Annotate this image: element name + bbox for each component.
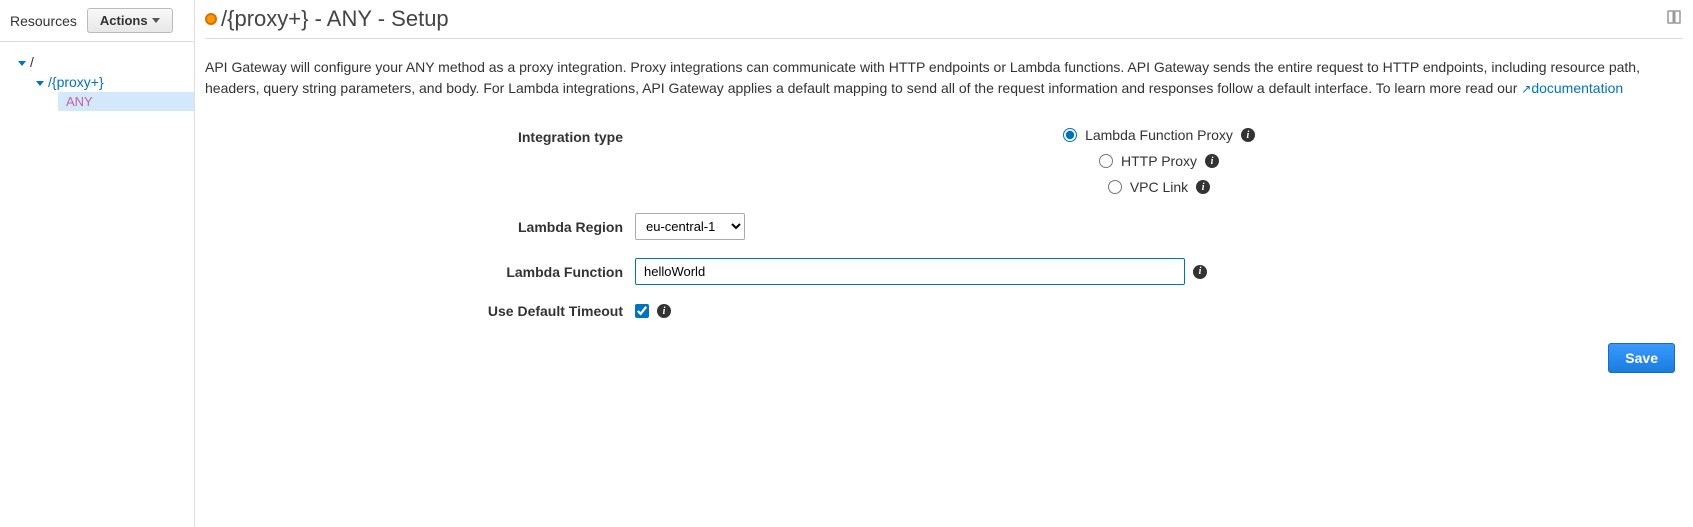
- radio-http[interactable]: [1099, 154, 1113, 168]
- integration-type-vpc[interactable]: VPC Link i: [1108, 179, 1210, 195]
- integration-type-http[interactable]: HTTP Proxy i: [1099, 153, 1219, 169]
- info-icon[interactable]: i: [1193, 265, 1207, 279]
- sidebar-title: Resources: [10, 13, 77, 29]
- lambda-region-select[interactable]: eu-central-1: [635, 213, 745, 240]
- integration-type-group: Lambda Function Proxy i HTTP Proxy i VPC…: [635, 127, 1683, 195]
- radio-vpc[interactable]: [1108, 180, 1122, 194]
- actions-button-label: Actions: [100, 13, 148, 28]
- lambda-region-label: Lambda Region: [205, 219, 635, 235]
- save-row: Save: [205, 343, 1683, 373]
- documentation-link[interactable]: ↗documentation: [1521, 80, 1623, 96]
- sidebar: Resources Actions / /{proxy+} ANY: [0, 0, 195, 527]
- main-header: /{proxy+} - ANY - Setup: [205, 0, 1683, 39]
- caret-down-icon: [36, 81, 44, 86]
- lambda-function-control: i: [635, 258, 1683, 285]
- caret-down-icon: [18, 61, 26, 66]
- lambda-function-input[interactable]: [635, 258, 1185, 285]
- info-icon[interactable]: i: [1205, 154, 1219, 168]
- integration-type-label: Integration type: [205, 127, 635, 145]
- radio-lambda[interactable]: [1063, 128, 1077, 142]
- lambda-region-control: eu-central-1: [635, 213, 1683, 240]
- save-button[interactable]: Save: [1608, 343, 1675, 373]
- info-icon[interactable]: i: [1241, 128, 1255, 142]
- external-link-icon: ↗: [1521, 82, 1531, 96]
- description-text: API Gateway will configure your ANY meth…: [205, 39, 1683, 117]
- book-icon[interactable]: [1665, 8, 1683, 31]
- default-timeout-checkbox[interactable]: [635, 304, 649, 318]
- info-icon[interactable]: i: [1196, 180, 1210, 194]
- default-timeout-control: i: [635, 304, 1683, 318]
- sidebar-header: Resources Actions: [0, 0, 194, 42]
- setup-form: Integration type Lambda Function Proxy i…: [205, 127, 1683, 319]
- info-icon[interactable]: i: [657, 304, 671, 318]
- caret-down-icon: [152, 18, 160, 23]
- tree-item-proxy[interactable]: /{proxy+}: [36, 72, 194, 92]
- tree-item-root[interactable]: /: [18, 52, 194, 72]
- status-indicator-icon: [205, 13, 217, 25]
- integration-type-lambda[interactable]: Lambda Function Proxy i: [1063, 127, 1255, 143]
- main-content: /{proxy+} - ANY - Setup API Gateway will…: [195, 0, 1693, 527]
- resource-tree: / /{proxy+} ANY: [0, 42, 194, 111]
- tree-item-method-any[interactable]: ANY: [58, 92, 194, 111]
- lambda-function-label: Lambda Function: [205, 264, 635, 280]
- default-timeout-label: Use Default Timeout: [205, 303, 635, 319]
- actions-button[interactable]: Actions: [87, 8, 173, 33]
- page-title: /{proxy+} - ANY - Setup: [221, 6, 449, 32]
